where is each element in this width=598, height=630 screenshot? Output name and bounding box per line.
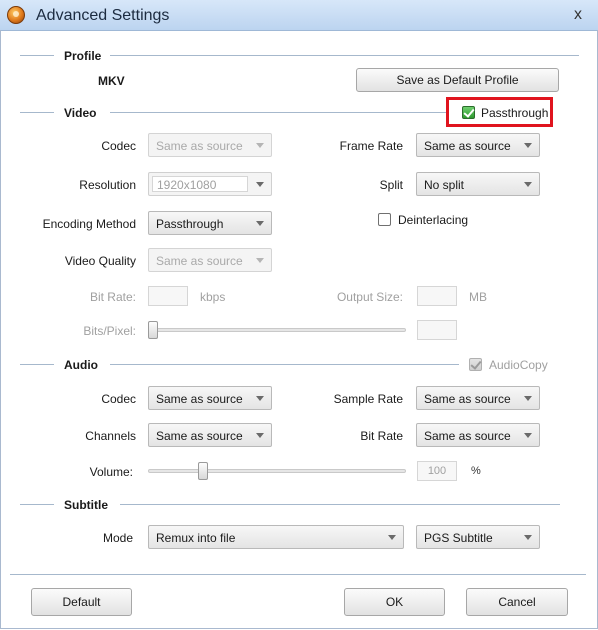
title-bar: Advanced Settings x [0, 0, 598, 31]
volume-slider-thumb[interactable] [198, 462, 208, 480]
chevron-down-icon [256, 182, 264, 187]
deinterlacing-label: Deinterlacing [398, 213, 469, 227]
chevron-down-icon [256, 258, 264, 263]
channels-label: Channels [85, 429, 136, 443]
frame-rate-value: Same as source [424, 139, 511, 153]
subtitle-divider-right [120, 504, 560, 505]
volume-unit: % [471, 465, 481, 477]
volume-slider-track[interactable] [148, 469, 406, 473]
chevron-down-icon [256, 221, 264, 226]
video-quality-label: Video Quality [64, 254, 136, 268]
video-codec-label: Codec [101, 139, 136, 153]
video-header: Video [64, 106, 97, 120]
audiocopy-label: AudioCopy [489, 358, 548, 372]
video-quality-select[interactable]: Same as source [148, 248, 272, 272]
passthrough-label: Passthrough [481, 106, 549, 120]
window-title: Advanced Settings [36, 7, 170, 24]
audio-bit-rate-value: Same as source [424, 429, 511, 443]
profile-divider-right [110, 55, 579, 56]
volume-value: 100 [427, 465, 447, 477]
audio-codec-value: Same as source [156, 392, 243, 406]
video-divider-right [110, 112, 446, 113]
resolution-combo[interactable]: 1920x1080 [148, 172, 272, 196]
encoding-method-value: Passthrough [156, 217, 224, 231]
resolution-value: 1920x1080 [157, 178, 217, 192]
audio-divider-right [110, 364, 459, 365]
bit-rate-input[interactable] [148, 286, 188, 306]
audio-codec-label: Codec [101, 392, 136, 406]
sample-rate-select[interactable]: Same as source [416, 386, 540, 410]
chevron-down-icon [524, 396, 532, 401]
default-button[interactable]: Default [31, 588, 132, 616]
volume-label: Volume: [89, 465, 133, 479]
chevron-down-icon [256, 433, 264, 438]
sample-rate-label: Sample Rate [333, 392, 403, 406]
chevron-down-icon [524, 535, 532, 540]
split-label: Split [379, 178, 403, 192]
video-quality-value: Same as source [156, 254, 243, 268]
split-value: No split [424, 178, 465, 192]
bit-rate-label: Bit Rate: [89, 290, 136, 304]
audio-header: Audio [64, 358, 98, 372]
cancel-button[interactable]: Cancel [466, 588, 568, 616]
subtitle-format-value: PGS Subtitle [424, 531, 493, 545]
audiocopy-checkbox[interactable] [469, 358, 482, 371]
video-codec-value: Same as source [156, 139, 243, 153]
bit-rate-unit: kbps [200, 290, 226, 304]
subtitle-mode-value: Remux into file [156, 531, 236, 545]
bits-pixel-label: Bits/Pixel: [83, 324, 136, 338]
chevron-down-icon [524, 182, 532, 187]
passthrough-highlight-box: Passthrough [446, 97, 553, 127]
deinterlacing-checkbox[interactable] [378, 213, 391, 226]
profile-header: Profile [64, 49, 102, 63]
audio-bit-rate-select[interactable]: Same as source [416, 423, 540, 447]
chevron-down-icon [388, 535, 396, 540]
split-select[interactable]: No split [416, 172, 540, 196]
chevron-down-icon [256, 143, 264, 148]
ok-button[interactable]: OK [344, 588, 445, 616]
subtitle-divider-left [20, 504, 54, 505]
subtitle-mode-select[interactable]: Remux into file [148, 525, 404, 549]
output-size-unit: MB [469, 290, 487, 304]
frame-rate-select[interactable]: Same as source [416, 133, 540, 157]
bits-pixel-slider-thumb[interactable] [148, 321, 158, 339]
video-divider-left [20, 112, 54, 113]
save-as-default-profile-button[interactable]: Save as Default Profile [356, 68, 559, 92]
chevron-down-icon [256, 396, 264, 401]
video-codec-select[interactable]: Same as source [148, 133, 272, 157]
profile-divider-left [20, 55, 54, 56]
encoding-method-label: Encoding Method [42, 217, 136, 231]
frame-rate-label: Frame Rate [339, 139, 403, 153]
channels-value: Same as source [156, 429, 243, 443]
channels-select[interactable]: Same as source [148, 423, 272, 447]
audio-divider-left [20, 364, 54, 365]
close-icon[interactable]: x [567, 5, 589, 25]
encoding-method-select[interactable]: Passthrough [148, 211, 272, 235]
audio-bit-rate-label: Bit Rate [360, 429, 403, 443]
bits-pixel-input[interactable] [417, 320, 457, 340]
subtitle-mode-label: Mode [102, 531, 133, 545]
chevron-down-icon [524, 433, 532, 438]
passthrough-checkbox[interactable] [462, 106, 475, 119]
volume-input[interactable]: 100 [417, 461, 457, 481]
output-size-label: Output Size: [336, 290, 403, 304]
subtitle-header: Subtitle [64, 498, 108, 512]
profile-format: MKV [98, 74, 125, 88]
output-size-input[interactable] [417, 286, 457, 306]
bits-pixel-slider-track[interactable] [148, 328, 406, 332]
chevron-down-icon [524, 143, 532, 148]
resolution-label: Resolution [79, 178, 136, 192]
sample-rate-value: Same as source [424, 392, 511, 406]
subtitle-format-select[interactable]: PGS Subtitle [416, 525, 540, 549]
bottom-separator [10, 574, 586, 575]
audio-codec-select[interactable]: Same as source [148, 386, 272, 410]
app-logo-icon [7, 6, 25, 24]
